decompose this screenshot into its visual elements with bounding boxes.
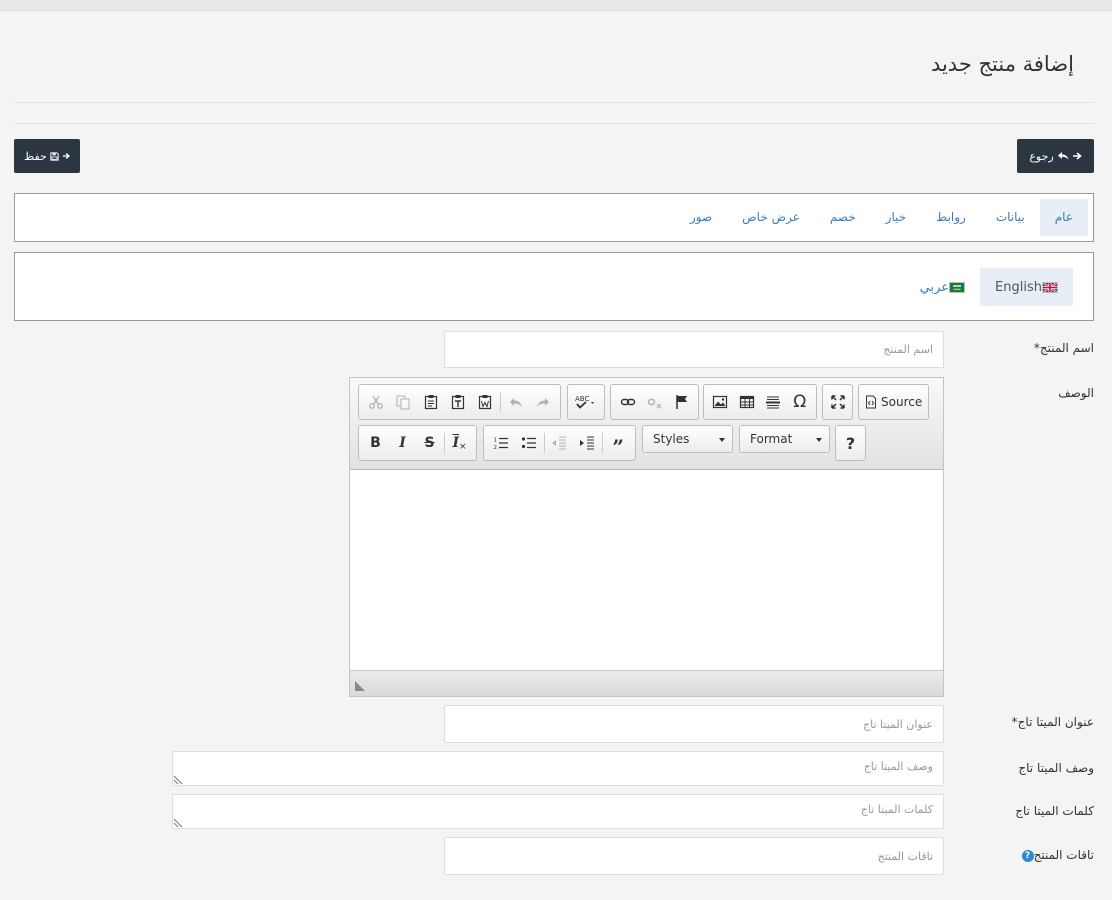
copy-icon[interactable] [389,388,416,416]
tab-general[interactable]: عام [1039,199,1088,236]
help-button[interactable]: ? [839,429,862,457]
back-button-label: رجوع [1029,149,1054,163]
outdent-icon[interactable] [546,429,574,457]
help-icon[interactable]: ? [1021,849,1034,862]
unlink-icon[interactable] [641,388,668,416]
meta-keywords-textarea[interactable] [172,794,944,829]
editor-basic-styles-group: B I S I × [358,425,477,461]
tab-language-arabic[interactable]: عربي [905,268,980,306]
save-button[interactable]: حفظ [14,139,80,173]
editor-tools-group [822,384,853,420]
tab-data[interactable]: بيانات [981,199,1040,236]
page-title: إضافة منتج جديد [930,52,1074,76]
source-button-label: Source [881,395,923,409]
editor-clipboard-group [358,384,561,420]
meta-title-input[interactable] [444,705,944,743]
meta-keywords-label: كلمات الميتا تاج [1015,804,1094,818]
description-label: الوصف [1058,386,1094,400]
language-tabs-panel: English عربي [14,252,1094,321]
editor-links-group [610,384,699,420]
toolbar-separator [500,392,502,412]
table-icon[interactable] [734,388,761,416]
editor-paragraph-group: 12 ” [483,425,636,461]
horizontal-line-icon[interactable] [760,388,787,416]
bullet-list-icon[interactable] [515,429,543,457]
bold-button[interactable]: B [362,429,389,457]
arrow-right-icon [1072,152,1082,160]
undo-icon[interactable] [502,388,529,416]
divider [14,102,1094,103]
editor-source-group: Source [858,384,929,420]
chevron-down-icon [719,438,725,442]
uk-flag-icon [1042,281,1058,293]
special-char-icon[interactable]: Ω [787,388,814,416]
tab-discount[interactable]: خصم [815,199,871,236]
maximize-icon[interactable] [826,388,849,416]
remove-format-x-icon: × [459,442,467,452]
meta-description-label: وصف الميتا تاج [1018,761,1094,775]
paste-word-icon[interactable] [472,388,499,416]
image-icon[interactable] [707,388,734,416]
product-tags-label: تاقات المنتج? [1021,848,1094,862]
blockquote-icon[interactable]: ” [604,429,632,459]
meta-description-textarea[interactable] [172,751,944,786]
product-name-input[interactable] [444,331,944,368]
indent-icon[interactable] [573,429,601,457]
reply-icon [1057,152,1069,160]
chevron-down-icon [816,438,822,442]
tab-links[interactable]: روابط [921,199,981,236]
top-bar [0,0,1112,11]
toolbar-separator [543,433,545,453]
arrow-right-icon [62,153,70,159]
link-icon[interactable] [614,388,641,416]
source-button[interactable]: Source [862,388,925,416]
redo-icon[interactable] [530,388,557,416]
tab-images[interactable]: صور [675,199,727,236]
editor-toolbar: ABC Ω Source B I S I × 1 2 ” Styles Form… [350,378,943,470]
editor-bottom-bar [350,670,943,696]
divider [14,123,1094,124]
back-button[interactable]: رجوع [1017,139,1094,173]
product-tags-input[interactable] [444,837,944,875]
product-tabs-panel: عام بيانات روابط خيار خصم عرض خاص صور [14,193,1094,242]
anchor-icon[interactable] [668,388,695,416]
svg-text:1: 1 [493,438,497,444]
svg-text:ABC: ABC [575,395,589,403]
tab-special[interactable]: عرض خاص [727,199,815,236]
toolbar-separator [602,433,604,453]
saudi-flag-icon [949,281,966,293]
tab-option[interactable]: خيار [871,199,922,236]
format-dropdown[interactable]: Format [739,425,830,453]
remove-format-button[interactable]: I × [446,429,473,457]
numbered-list-icon[interactable]: 12 [487,429,515,457]
editor-about-group: ? [835,425,866,461]
language-tabs: English عربي [905,268,1073,306]
floppy-disk-icon [50,151,59,161]
paste-icon[interactable] [417,388,444,416]
meta-title-label: عنوان الميتا تاج* [1011,715,1094,729]
description-editor: ABC Ω Source B I S I × 1 2 ” Styles Form… [349,377,944,697]
editor-content-area[interactable] [350,470,943,670]
italic-button[interactable]: I [389,429,416,457]
svg-text:2: 2 [493,445,497,451]
spellcheck-icon[interactable]: ABC [571,388,601,416]
editor-insert-group: Ω [703,384,817,420]
product-tabs: عام بيانات روابط خيار خصم عرض خاص صور [675,199,1088,236]
source-icon [866,395,876,409]
save-button-label: حفظ [24,149,47,163]
tab-language-english-label: English [995,279,1042,295]
styles-dropdown[interactable]: Styles [642,425,733,453]
editor-spellcheck-group: ABC [567,384,605,420]
tab-language-english[interactable]: English [980,268,1073,306]
cut-icon[interactable] [362,388,389,416]
styles-dropdown-label: Styles [653,432,690,446]
product-tags-label-text: تاقات المنتج [1033,848,1094,862]
resize-handle-icon[interactable] [355,681,365,691]
format-dropdown-label: Format [750,432,793,446]
tab-language-arabic-label: عربي [919,279,950,295]
toolbar-separator [444,433,446,453]
paste-text-icon[interactable] [444,388,471,416]
strikethrough-button[interactable]: S [416,429,443,457]
product-name-label: اسم المنتج* [1033,341,1094,355]
